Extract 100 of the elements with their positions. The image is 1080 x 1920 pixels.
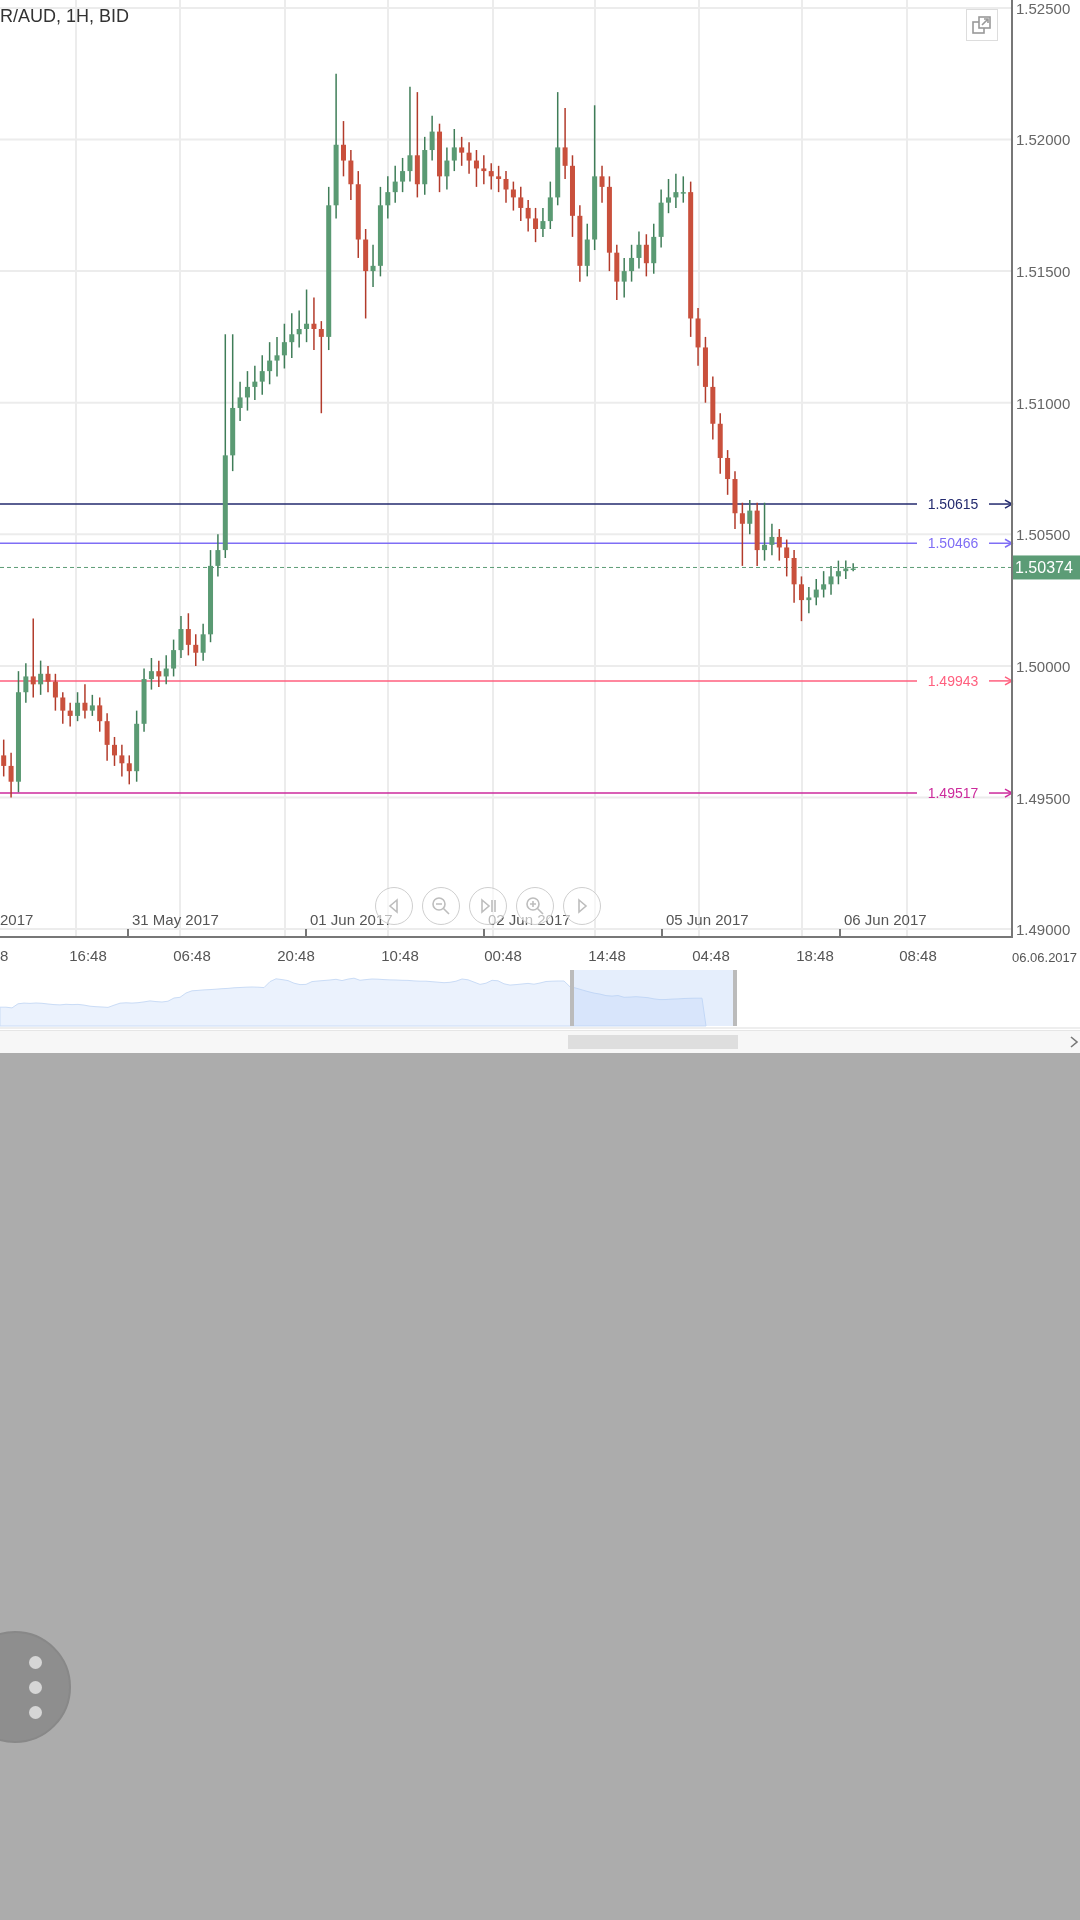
candlestick xyxy=(45,665,51,693)
candlestick xyxy=(762,501,768,562)
candlestick xyxy=(488,162,494,191)
price-level-label: 1.49517 xyxy=(927,785,979,802)
candlestick xyxy=(30,617,36,699)
date-axis-label: 05 Jun 2017 xyxy=(666,911,749,928)
zoom-out-button[interactable] xyxy=(422,887,460,925)
candlestick xyxy=(813,578,819,607)
date-axis-label: 31 May 2017 xyxy=(132,911,219,928)
arrow-icon xyxy=(988,676,1014,686)
candlestick xyxy=(518,186,524,222)
candlestick xyxy=(459,136,465,167)
candlestick xyxy=(747,499,753,536)
price-axis-label: 1.50000 xyxy=(1016,657,1071,675)
candlestick xyxy=(769,523,775,557)
candlestick xyxy=(281,322,287,370)
candlestick xyxy=(104,712,110,762)
candlestick xyxy=(806,586,812,615)
candlestick xyxy=(533,207,539,243)
candlestick xyxy=(725,449,731,496)
time-axis-label: 8 xyxy=(0,947,9,964)
candlestick xyxy=(370,244,376,288)
candlestick xyxy=(784,538,790,578)
candlestick xyxy=(466,141,472,175)
candlestick xyxy=(636,230,642,270)
date-axis-label: 02 Jun 2017 xyxy=(488,911,571,928)
price-axis-label: 1.49000 xyxy=(1016,921,1071,939)
candlestick xyxy=(666,178,672,214)
candlestick xyxy=(112,736,117,767)
time-axis-label: 10:48 xyxy=(381,947,419,964)
price-axis-label: 1.50500 xyxy=(1016,526,1071,544)
date-axis-label: 2017 xyxy=(0,911,34,928)
candlestick xyxy=(237,380,243,422)
candlestick xyxy=(444,146,450,191)
ref-line-label: 1.50374 xyxy=(1015,559,1073,577)
candlestick xyxy=(178,615,184,659)
candlestick xyxy=(163,654,169,686)
candlestick xyxy=(185,612,191,657)
candlestick xyxy=(510,180,516,212)
candlestick xyxy=(798,575,804,622)
candlestick xyxy=(340,120,346,178)
chevron-right-icon[interactable] xyxy=(1068,1035,1080,1049)
candlestick xyxy=(348,149,354,201)
candlestick xyxy=(252,365,258,401)
candlestick xyxy=(547,180,553,230)
candlestick xyxy=(392,165,398,204)
candlestick xyxy=(52,673,58,712)
candlestick xyxy=(89,694,95,717)
candlestick xyxy=(119,744,125,778)
price-axis-label: 1.52000 xyxy=(1016,131,1071,149)
candlestick xyxy=(400,157,406,193)
candlestick xyxy=(473,149,479,188)
candlestick xyxy=(739,501,745,567)
candlestick xyxy=(97,696,103,733)
candlestick xyxy=(38,659,44,696)
candlestick xyxy=(244,370,250,412)
time-axis-label: 08:48 xyxy=(899,947,937,964)
price-axis-label: 1.51000 xyxy=(1016,394,1071,412)
axis-date-label: 06.06.2017 xyxy=(1012,950,1078,965)
candlestick xyxy=(304,288,310,343)
price-axis-label: 1.51500 xyxy=(1016,263,1071,281)
candlestick xyxy=(8,752,14,799)
date-axis-label: 06 Jun 2017 xyxy=(844,911,927,928)
arrow-icon xyxy=(988,538,1014,548)
candlestick xyxy=(148,657,154,691)
candlestick xyxy=(599,165,605,204)
expand-button[interactable] xyxy=(966,9,998,41)
price-axis-label: 1.52500 xyxy=(1016,0,1071,17)
zoom-out-icon xyxy=(431,896,451,916)
candlestick xyxy=(673,172,679,209)
candlestick xyxy=(562,107,568,180)
candlestick xyxy=(156,659,162,688)
price-axis-label: 1.49500 xyxy=(1016,789,1071,807)
navigator-drawing[interactable] xyxy=(0,970,737,1027)
candlestick xyxy=(621,257,627,299)
candlestick xyxy=(407,86,413,183)
time-axis-label: 20:48 xyxy=(277,947,315,964)
candlestick xyxy=(82,683,88,720)
candlestick xyxy=(540,207,546,238)
current-price-badge: 1.50374 xyxy=(1012,555,1080,580)
price-level-label: 1.50466 xyxy=(927,535,979,552)
reset-button[interactable] xyxy=(469,887,507,925)
candlestick xyxy=(289,312,295,359)
date-axis-label: 01 Jun 2017 xyxy=(310,911,393,928)
candlestick xyxy=(75,691,81,722)
candlestick xyxy=(828,565,834,596)
scrollbar-thumb[interactable] xyxy=(568,1035,738,1049)
candlestick xyxy=(193,633,199,667)
time-axis-label: 04:48 xyxy=(692,947,730,964)
candlestick xyxy=(267,341,273,386)
candlestick xyxy=(67,702,73,728)
candlestick xyxy=(23,662,29,704)
candlestick xyxy=(525,199,531,233)
candlestick xyxy=(1,738,7,778)
candlestick xyxy=(385,175,391,220)
price-level-label: 1.50615 xyxy=(927,496,979,513)
candlestick xyxy=(215,533,221,578)
arrow-icon xyxy=(988,499,1014,509)
candlestick xyxy=(274,336,280,378)
zoom-in-icon xyxy=(525,896,545,916)
